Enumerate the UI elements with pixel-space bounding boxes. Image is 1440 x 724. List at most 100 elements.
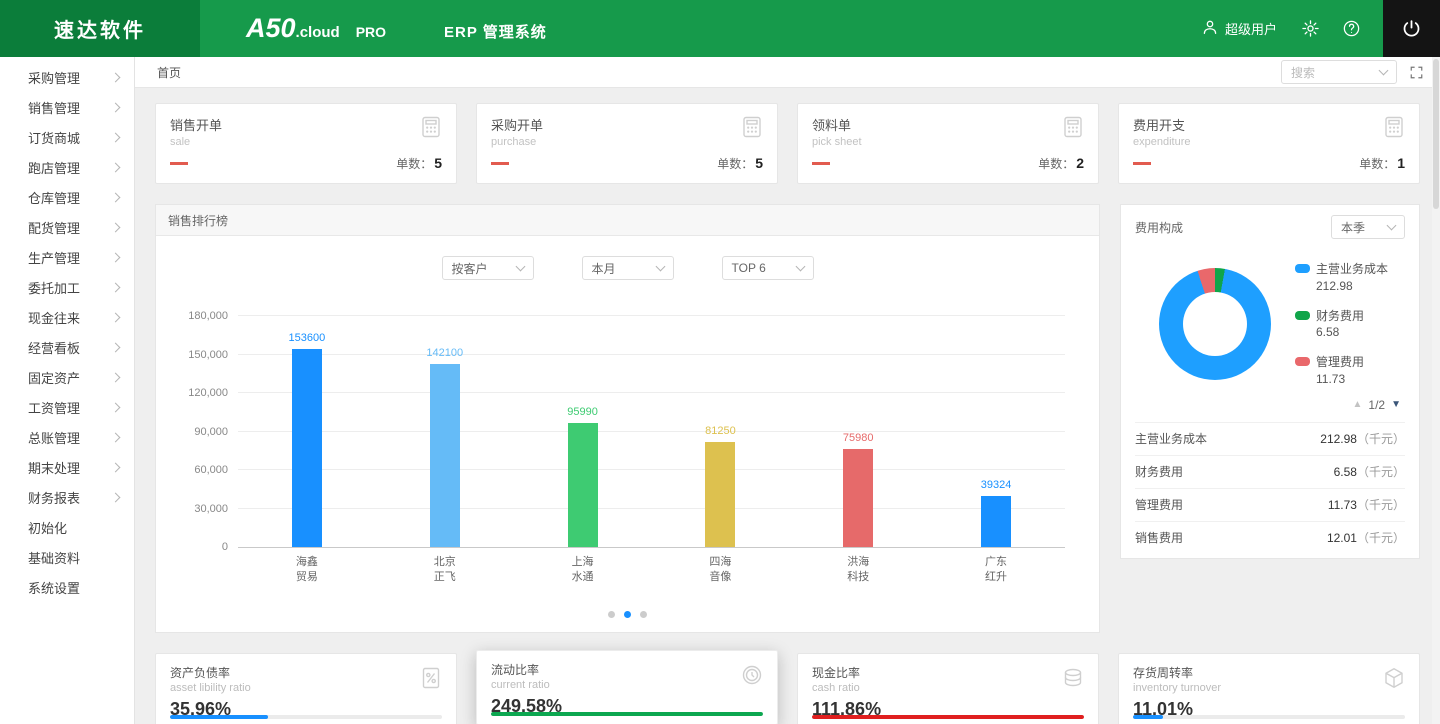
sidebar-item-17[interactable]: 系统设置 <box>0 572 134 602</box>
content-area: 首页 搜索 销售开单sale单数：5采购开单purchase单数：5领料单pic… <box>135 57 1440 724</box>
stat-card-count: 单数：5 <box>717 155 763 172</box>
legend-item-2: 管理费用11.73 <box>1295 354 1388 388</box>
bar-value-label: 81250 <box>705 425 736 437</box>
brand-logo[interactable]: 速达软件 <box>0 0 200 57</box>
stat-card-3[interactable]: 费用开支expenditure单数：1 <box>1118 103 1420 184</box>
stat-card-1[interactable]: 采购开单purchase单数：5 <box>476 103 778 184</box>
sales-filters: 按客户 本月 TOP 6 <box>156 256 1099 280</box>
y-axis-label: 120,000 <box>188 387 228 399</box>
fullscreen-icon[interactable] <box>1409 65 1424 80</box>
sidebar-item-1[interactable]: 销售管理 <box>0 92 134 122</box>
expense-row-unit: （千元） <box>1357 496 1405 513</box>
pager-up-icon[interactable]: ▲ <box>1353 399 1363 410</box>
kpi-title: 现金比率 <box>812 664 1084 681</box>
legend-value: 6.58 <box>1316 324 1364 341</box>
sales-bar-chart: 030,00060,00090,000120,000150,000180,000… <box>238 316 1065 548</box>
expense-row-value: 12.01 <box>1327 531 1357 545</box>
chevron-right-icon <box>111 252 121 262</box>
carousel-dot-1[interactable] <box>624 611 631 618</box>
sidebar: 采购管理销售管理订货商城跑店管理仓库管理配货管理生产管理委托加工现金往来经营看板… <box>0 57 135 724</box>
sidebar-item-5[interactable]: 配货管理 <box>0 212 134 242</box>
sidebar-item-label: 销售管理 <box>28 98 80 117</box>
product-badge: PRO <box>356 24 386 40</box>
clock-icon <box>740 663 764 690</box>
sidebar-item-11[interactable]: 工资管理 <box>0 392 134 422</box>
stat-card-footer: 单数：5 <box>491 155 763 172</box>
kpi-subtitle: current ratio <box>491 679 763 691</box>
sidebar-item-15[interactable]: 初始化 <box>0 512 134 542</box>
filter-value: 本月 <box>592 260 616 277</box>
stat-card-0[interactable]: 销售开单sale单数：5 <box>155 103 457 184</box>
sidebar-item-16[interactable]: 基础资料 <box>0 542 134 572</box>
stat-card-footer: 单数：1 <box>1133 155 1405 172</box>
sidebar-item-10[interactable]: 固定资产 <box>0 362 134 392</box>
kpi-progress-fill <box>1133 715 1163 719</box>
stat-card-count-value: 5 <box>434 155 442 171</box>
stat-card-count: 单数：5 <box>396 155 442 172</box>
donut-hole <box>1183 292 1247 356</box>
bar-4[interactable] <box>843 449 873 547</box>
sidebar-item-2[interactable]: 订货商城 <box>0 122 134 152</box>
expense-period-value: 本季 <box>1341 219 1365 236</box>
header-actions: 超级用户 <box>1201 0 1440 57</box>
logout-power-button[interactable] <box>1383 0 1440 57</box>
help-icon[interactable] <box>1342 19 1361 38</box>
settings-gear-icon[interactable] <box>1301 19 1320 38</box>
bar-1[interactable] <box>430 364 460 547</box>
user-menu[interactable]: 超级用户 <box>1201 18 1277 39</box>
chevron-right-icon <box>111 222 121 232</box>
legend-pager: ▲ 1/2 ▼ <box>1121 394 1419 422</box>
expense-row-2: 管理费用11.73（千元） <box>1135 488 1405 521</box>
chevron-down-icon <box>515 261 525 271</box>
sidebar-item-0[interactable]: 采购管理 <box>0 62 134 92</box>
expense-row-value: 212.98 <box>1320 432 1357 446</box>
sidebar-item-4[interactable]: 仓库管理 <box>0 182 134 212</box>
sidebar-item-3[interactable]: 跑店管理 <box>0 152 134 182</box>
sidebar-item-8[interactable]: 现金往来 <box>0 302 134 332</box>
bar-3[interactable] <box>705 442 735 547</box>
y-axis-label: 180,000 <box>188 310 228 322</box>
sales-filter-select-1[interactable]: 本月 <box>582 256 674 280</box>
bar-2[interactable] <box>568 423 598 547</box>
sidebar-item-6[interactable]: 生产管理 <box>0 242 134 272</box>
sales-filter-select-0[interactable]: 按客户 <box>442 256 534 280</box>
carousel-dot-2[interactable] <box>640 611 647 618</box>
search-select[interactable]: 搜索 <box>1281 60 1397 84</box>
carousel-dot-0[interactable] <box>608 611 615 618</box>
sidebar-item-9[interactable]: 经营看板 <box>0 332 134 362</box>
stat-card-subtitle: sale <box>170 136 442 148</box>
y-axis-label: 90,000 <box>194 426 228 438</box>
breadcrumb-home[interactable]: 首页 <box>157 64 181 81</box>
sidebar-item-7[interactable]: 委托加工 <box>0 272 134 302</box>
sales-filter-select-2[interactable]: TOP 6 <box>722 256 814 280</box>
top-header: 速达软件 A50.cloud PRO ERP 管理系统 超级用户 <box>0 0 1440 57</box>
expense-period-select[interactable]: 本季 <box>1331 215 1405 239</box>
filter-value: 按客户 <box>452 260 488 277</box>
expense-rows: 主营业务成本212.98（千元）财务费用6.58（千元）管理费用11.73（千元… <box>1121 422 1419 558</box>
chevron-down-icon <box>1379 65 1389 75</box>
sidebar-item-label: 工资管理 <box>28 398 80 417</box>
bar-0[interactable] <box>292 349 322 547</box>
dashboard: 销售开单sale单数：5采购开单purchase单数：5领料单pick shee… <box>135 88 1440 724</box>
bar-5[interactable] <box>981 496 1011 547</box>
kpi-card-3[interactable]: 存货周转率inventory turnover11.01% <box>1118 653 1420 724</box>
sidebar-item-14[interactable]: 财务报表 <box>0 482 134 512</box>
pager-down-icon[interactable]: ▼ <box>1391 399 1401 410</box>
chevron-right-icon <box>111 432 121 442</box>
kpi-title: 资产负债率 <box>170 664 442 681</box>
legend-label: 财务费用 <box>1316 308 1364 325</box>
expense-row-unit: （千元） <box>1357 529 1405 546</box>
scrollbar-thumb[interactable] <box>1433 59 1439 209</box>
user-icon <box>1201 18 1219 39</box>
page-scrollbar[interactable] <box>1432 57 1440 724</box>
kpi-card-2[interactable]: 现金比率cash ratio111.86% <box>797 653 1099 724</box>
kpi-card-0[interactable]: 资产负债率asset libility ratio35.96% <box>155 653 457 724</box>
stat-card-2[interactable]: 领料单pick sheet单数：2 <box>797 103 1099 184</box>
kpi-card-1[interactable]: 流动比率current ratio249.58% <box>476 650 778 724</box>
sidebar-item-13[interactable]: 期末处理 <box>0 452 134 482</box>
sidebar-item-12[interactable]: 总账管理 <box>0 422 134 452</box>
chevron-right-icon <box>111 372 121 382</box>
chevron-down-icon <box>795 261 805 271</box>
kpi-subtitle: asset libility ratio <box>170 682 442 694</box>
legend-item-1: 财务费用6.58 <box>1295 308 1388 342</box>
